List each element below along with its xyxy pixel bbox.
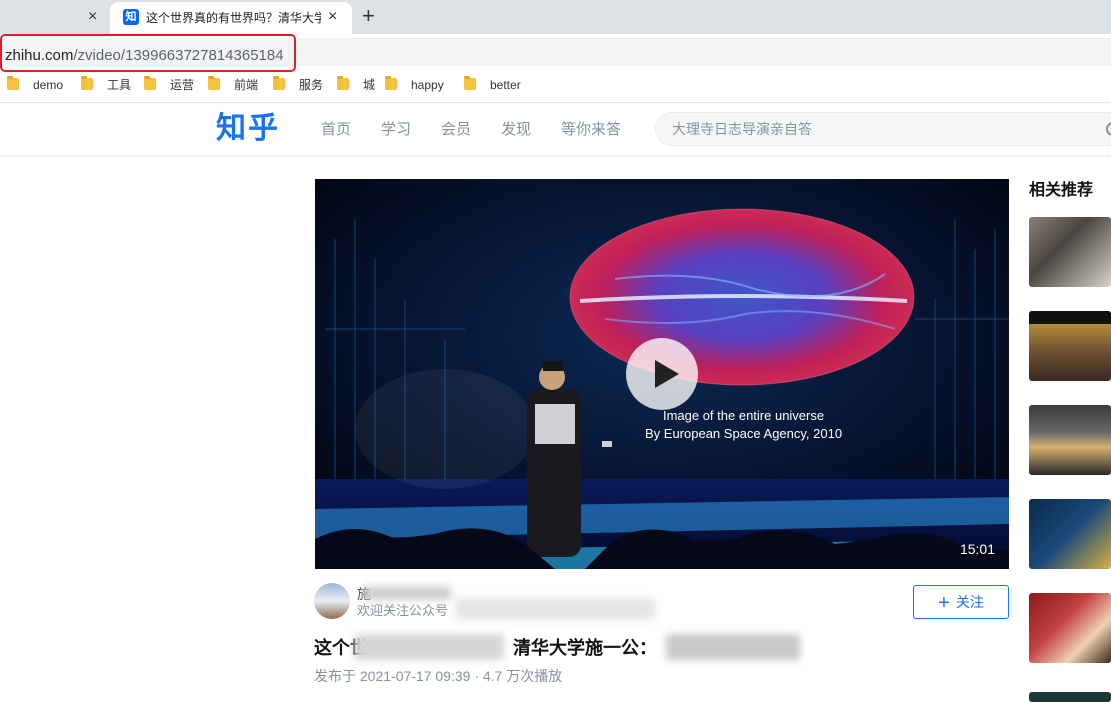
nav-member[interactable]: 会员 xyxy=(441,120,471,140)
blurred-redaction xyxy=(354,634,504,660)
nav-waiting-answers[interactable]: 等你来答 xyxy=(561,120,621,140)
folder-icon xyxy=(385,76,397,90)
follow-button[interactable]: + 关注 xyxy=(913,585,1009,619)
video-duration: 15:01 xyxy=(959,541,995,557)
follow-label: 关注 xyxy=(955,594,984,610)
folder-icon xyxy=(208,76,220,90)
bookmark-frontend[interactable]: 前端 xyxy=(208,76,258,94)
caption-line-1: Image of the entire universe xyxy=(662,408,825,423)
folder-icon xyxy=(144,76,156,90)
author-description: 欢迎关注公众号 xyxy=(357,603,449,618)
bookmark-services[interactable]: 服务 xyxy=(273,76,323,94)
bookmark-city[interactable]: 城 xyxy=(337,76,375,94)
url-highlight-annotation xyxy=(0,34,296,72)
video-meta: 发布于 2021-07-17 09:39 · 4.7 万次播放 xyxy=(314,668,563,684)
blurred-redaction xyxy=(666,634,800,660)
new-tab-button[interactable]: + xyxy=(362,4,375,28)
blurred-redaction xyxy=(455,598,655,620)
related-title: 相关推荐 xyxy=(1029,182,1094,199)
tab-active[interactable]: 知 这个世界真的有世界吗？清华大学 × xyxy=(110,2,352,34)
tab-title: 这个世界真的有世界吗？清华大学 xyxy=(146,11,321,25)
nav-discover[interactable]: 发现 xyxy=(501,120,531,140)
bookmark-demo[interactable]: demo xyxy=(7,76,63,94)
folder-icon xyxy=(7,76,19,90)
bookmark-happy[interactable]: happy xyxy=(385,76,444,94)
video-caption: Image of the entire universe By European… xyxy=(645,407,842,443)
bookmark-label: better xyxy=(490,78,521,92)
search-placeholder: 大理寺日志导演亲自答 xyxy=(672,121,812,137)
bookmark-label: 城 xyxy=(363,78,376,92)
bookmark-operations[interactable]: 运营 xyxy=(144,76,194,94)
folder-icon xyxy=(81,76,93,90)
play-icon[interactable] xyxy=(626,338,698,410)
site-header: 知乎 首页 学习 会员 发现 等你来答 大理寺日志导演亲自答 xyxy=(0,103,1111,155)
bookmark-label: demo xyxy=(33,78,64,92)
close-icon[interactable]: × xyxy=(328,8,337,26)
close-icon[interactable]: × xyxy=(88,8,97,26)
bookmark-better[interactable]: better xyxy=(464,76,521,94)
blurred-redaction xyxy=(363,586,451,600)
bookmark-label: happy xyxy=(411,78,444,92)
tab-strip: × 知 这个世界真的有世界吗？清华大学 × + xyxy=(0,0,1111,34)
related-thumbnail[interactable] xyxy=(1029,593,1111,663)
plus-icon: + xyxy=(938,592,950,614)
video-player[interactable]: Image of the entire universe By European… xyxy=(315,179,1009,569)
zhihu-favicon-icon: 知 xyxy=(123,9,139,25)
title-part-2: 清华大学施一公： xyxy=(513,638,657,658)
nav-home[interactable]: 首页 xyxy=(321,120,351,140)
related-thumbnail[interactable] xyxy=(1029,692,1111,702)
related-thumbnail[interactable] xyxy=(1029,217,1111,287)
related-thumbnail[interactable] xyxy=(1029,499,1111,569)
nav-learn[interactable]: 学习 xyxy=(381,120,411,140)
zhihu-logo[interactable]: 知乎 xyxy=(216,111,280,147)
bookmark-label: 前端 xyxy=(234,78,259,92)
folder-icon xyxy=(273,76,285,90)
search-input[interactable]: 大理寺日志导演亲自答 xyxy=(655,112,1111,146)
caption-line-2: By European Space Agency, 2010 xyxy=(645,426,843,441)
folder-icon xyxy=(337,76,349,90)
bookmark-label: 运营 xyxy=(170,78,195,92)
bookmark-label: 服务 xyxy=(299,78,324,92)
bookmark-label: 工具 xyxy=(107,78,132,92)
bookmark-tools[interactable]: 工具 xyxy=(81,76,131,94)
search-icon[interactable] xyxy=(1106,122,1111,136)
avatar[interactable] xyxy=(314,583,350,619)
bookmarks-bar: demo 工具 运营 前端 服务 城 happy better xyxy=(0,72,1111,98)
related-thumbnail[interactable] xyxy=(1029,405,1111,475)
related-thumbnail[interactable] xyxy=(1029,311,1111,381)
tab-previous[interactable]: × xyxy=(0,0,110,34)
thumbnail-banner xyxy=(1029,311,1111,324)
folder-icon xyxy=(464,76,476,90)
